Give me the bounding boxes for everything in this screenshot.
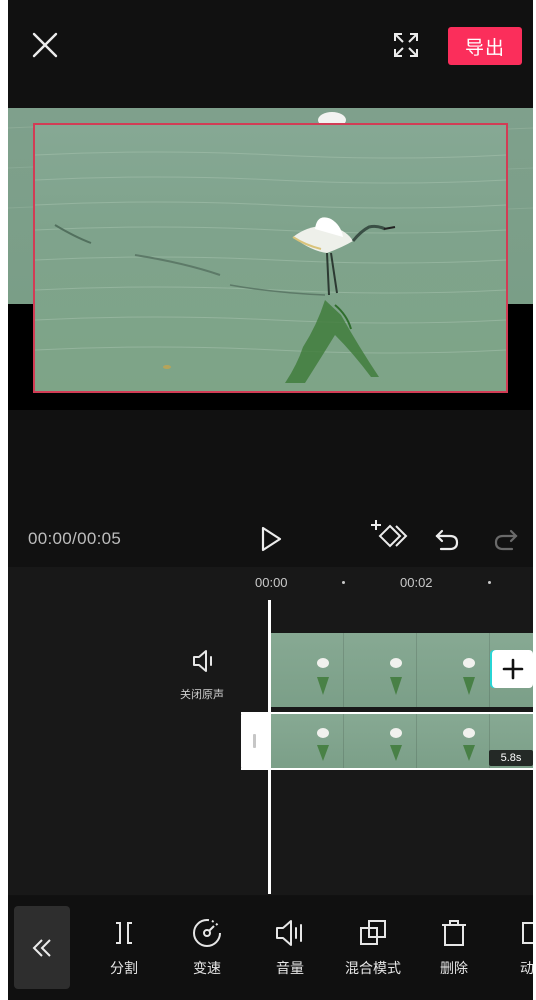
mute-original-audio-button[interactable]	[191, 648, 217, 674]
delete-icon	[442, 920, 466, 946]
volume-tool[interactable]: 音量	[255, 913, 325, 983]
animation-tool-label: 动	[520, 960, 533, 976]
ruler-label-1: 00:02	[400, 575, 433, 590]
mute-original-audio-label: 关闭原声	[180, 689, 224, 701]
clip-trim-handle-left[interactable]	[241, 712, 269, 770]
redo-icon	[494, 529, 518, 551]
blend-mode-icon	[360, 920, 386, 945]
timecode: 00:00/00:05	[28, 529, 122, 548]
clip-duration-badge: 5.8s	[489, 750, 533, 766]
blend-mode-tool[interactable]: 混合模式	[338, 913, 408, 983]
close-icon	[32, 32, 58, 58]
volume-tool-label: 音量	[276, 960, 304, 976]
speed-tool[interactable]: 变速	[172, 913, 242, 983]
play-button[interactable]	[258, 525, 284, 553]
play-icon	[261, 526, 282, 552]
plus-icon	[502, 658, 523, 680]
undo-icon	[435, 529, 459, 551]
ruler-label-0: 00:00	[255, 575, 288, 590]
add-clip-button[interactable]	[492, 650, 533, 688]
playhead[interactable]	[268, 600, 271, 894]
redo-button[interactable]	[492, 525, 520, 553]
double-chevron-left-icon	[32, 938, 51, 957]
video-preview[interactable]	[33, 123, 508, 393]
split-tool[interactable]: 分割	[89, 913, 159, 983]
undo-button[interactable]	[433, 525, 461, 553]
add-keyframe-icon	[371, 520, 408, 548]
speed-tool-label: 变速	[193, 960, 221, 976]
delete-tool[interactable]: 删除	[419, 913, 489, 983]
split-tool-label: 分割	[110, 960, 138, 976]
collapse-toolbar-button[interactable]	[14, 906, 70, 989]
fullscreen-icon	[394, 33, 418, 57]
close-button[interactable]	[32, 32, 58, 58]
speed-icon	[193, 918, 221, 947]
ruler-tick	[488, 581, 491, 584]
blend-mode-tool-label: 混合模式	[345, 960, 401, 976]
egret-video-frame	[35, 151, 506, 383]
export-button[interactable]: 导出	[448, 27, 522, 65]
add-keyframe-button[interactable]	[370, 518, 408, 554]
video-editor: 导出 00:00/00:05 00:00 00:02 关闭原声 5.8s 分割 …	[8, 0, 533, 1000]
delete-tool-label: 删除	[440, 960, 468, 976]
speaker-icon	[193, 650, 212, 672]
ruler-tick	[342, 581, 345, 584]
animation-icon	[522, 922, 533, 944]
split-icon	[116, 922, 132, 944]
volume-icon	[276, 920, 302, 946]
fullscreen-button[interactable]	[392, 31, 420, 59]
animation-tool[interactable]: 动	[502, 913, 533, 983]
